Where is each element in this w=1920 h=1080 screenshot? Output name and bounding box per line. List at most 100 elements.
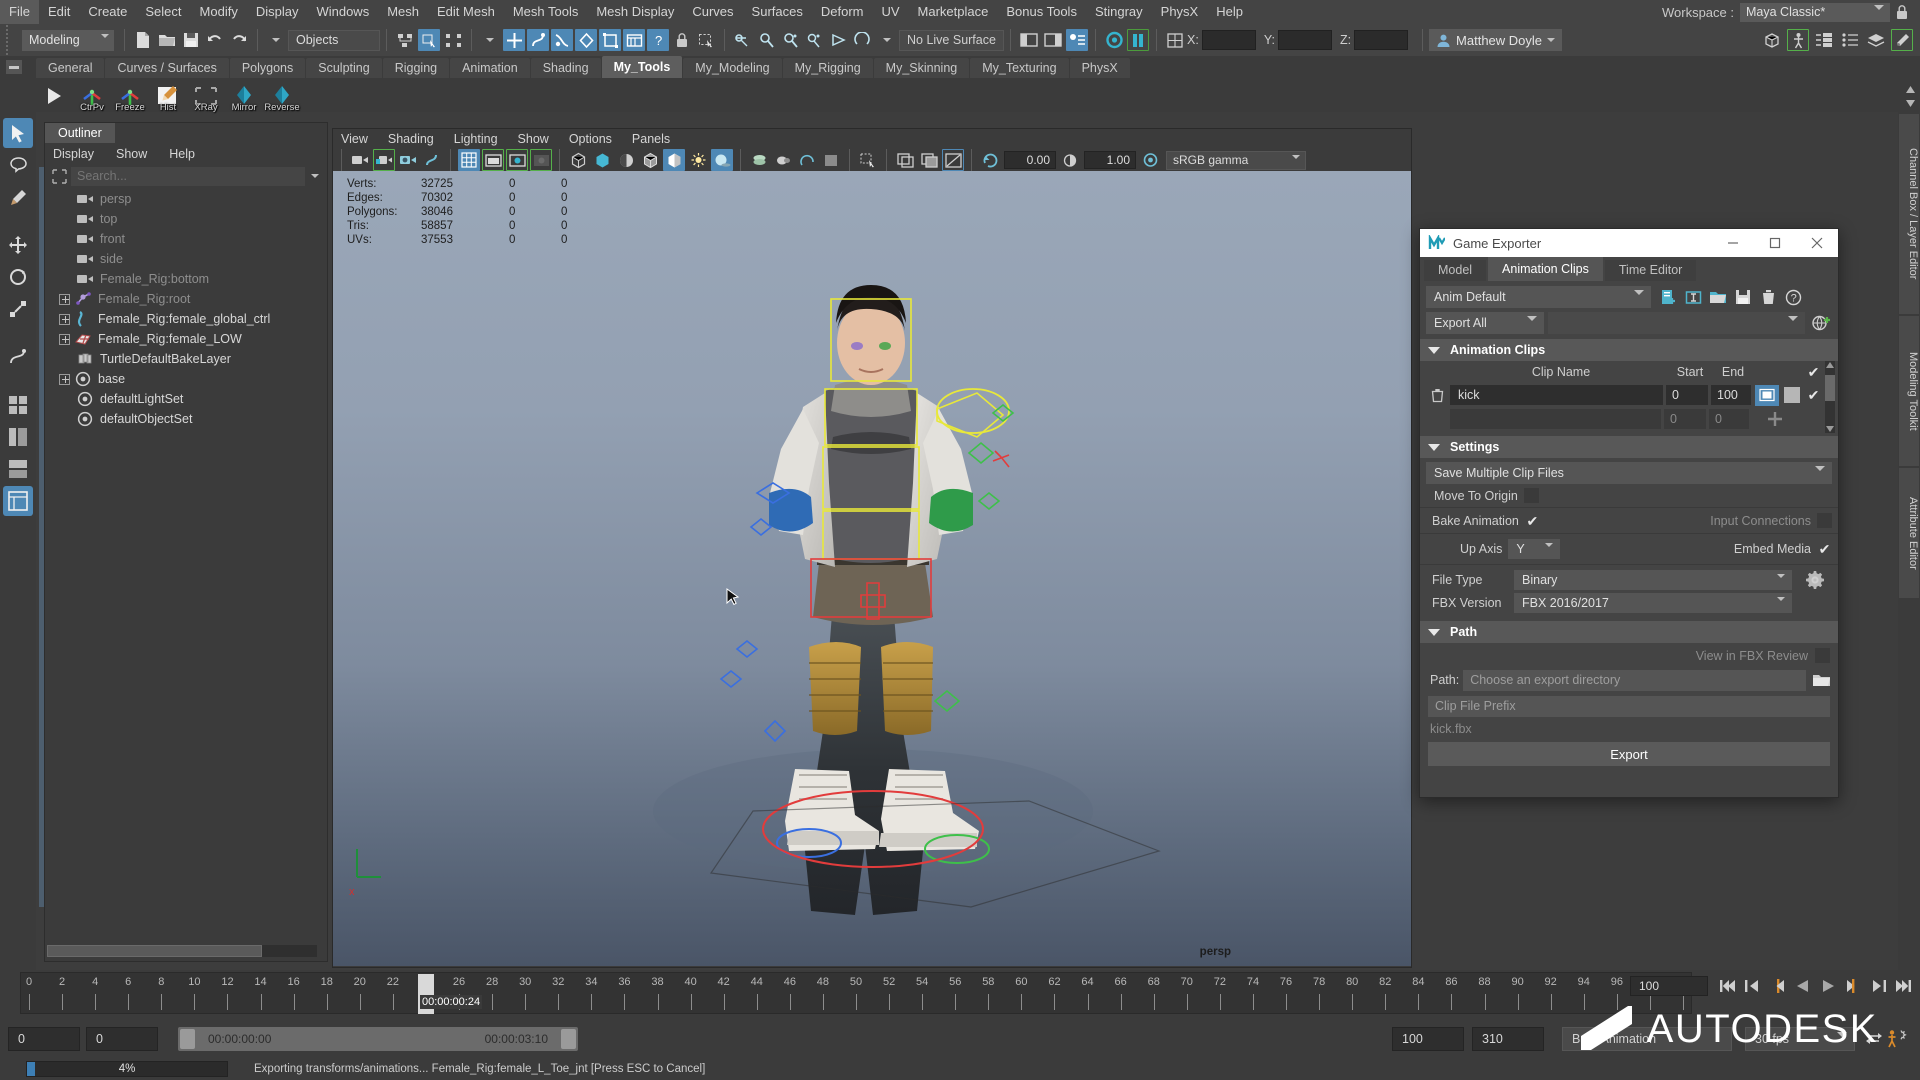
select-hierarchy-icon[interactable] [394, 29, 416, 51]
fullscreen-pane-icon[interactable] [942, 149, 964, 171]
use-all-lights-icon[interactable] [687, 149, 709, 171]
expand-toggle-icon[interactable] [57, 292, 71, 306]
animation-start-field[interactable]: 0 [8, 1027, 80, 1051]
highlight-selection-icon[interactable] [695, 29, 717, 51]
ipr-render-icon[interactable] [852, 29, 874, 51]
select-camera-icon[interactable] [349, 149, 371, 171]
select-object-icon[interactable] [418, 29, 440, 51]
shelf-button-xray[interactable]: XRay [188, 80, 224, 113]
viewport-menu-lighting[interactable]: Lighting [454, 132, 498, 146]
bake-animation-checkbox[interactable]: ✔ [1525, 513, 1540, 528]
animation-layer-selector[interactable]: BaseAnimation [1562, 1027, 1732, 1051]
menu-select[interactable]: Select [136, 0, 190, 24]
browse-folder-icon[interactable] [1810, 669, 1832, 691]
clip-color-swatch[interactable] [1784, 387, 1800, 403]
refresh-icon[interactable] [979, 149, 1001, 171]
bonus-tools-icon[interactable] [1891, 29, 1913, 51]
snap-menu-icon[interactable] [479, 29, 501, 51]
selection-mask-menu-icon[interactable] [265, 29, 287, 51]
outliner-item[interactable]: front [45, 229, 327, 249]
time-slider-track[interactable]: 0246810121416182022242628303234363840424… [20, 972, 1692, 1014]
menu-display[interactable]: Display [247, 0, 308, 24]
shelf-tab-shading[interactable]: Shading [530, 58, 601, 78]
current-frame-field[interactable]: 100 [1630, 976, 1708, 996]
shelf-tab-my-modeling[interactable]: My_Modeling [683, 58, 782, 78]
bookmark-camera-icon[interactable] [421, 149, 443, 171]
shelf-tab-physx[interactable]: PhysX [1069, 58, 1130, 78]
open-scene-icon[interactable] [156, 29, 178, 51]
input-connections-checkbox[interactable] [1817, 513, 1832, 528]
single-pane-icon[interactable] [894, 149, 916, 171]
persp-viewport[interactable]: Verts: 32725 0 0 Edges: 70302 0 0 Polygons: 38046… [333, 171, 1411, 966]
shelf-tab-rigging[interactable]: Rigging [382, 58, 450, 78]
go-to-end-icon[interactable] [1892, 976, 1914, 996]
near-clip-field[interactable]: 0.00 [1004, 151, 1056, 169]
rotate-tool-button[interactable] [3, 262, 33, 292]
up-axis-selector[interactable]: Y [1508, 539, 1561, 561]
shelf-tab-polygons[interactable]: Polygons [229, 58, 306, 78]
shelf-scroll-down-icon[interactable] [1904, 98, 1917, 109]
file-type-selector[interactable]: Binary [1514, 570, 1792, 592]
lock-workspace-icon[interactable] [1891, 1, 1913, 23]
preset-selector[interactable]: Anim Default [1426, 286, 1651, 309]
coord-x-field[interactable] [1201, 30, 1256, 50]
menu-create[interactable]: Create [79, 0, 136, 24]
camera-attributes-icon[interactable] [397, 149, 419, 171]
clip-name-field[interactable]: kick [1450, 385, 1663, 405]
outliner-search-input[interactable] [71, 166, 305, 186]
two-pane-icon[interactable] [918, 149, 940, 171]
export-path-field[interactable]: Choose an export directory [1463, 669, 1806, 691]
outliner-item[interactable]: defaultLightSet [45, 389, 327, 409]
tab-channel-box-layer-editor[interactable]: Channel Box / Layer Editor [1899, 114, 1919, 314]
outliner-menu-help[interactable]: Help [169, 147, 195, 161]
show-sidebar-right-icon[interactable] [1042, 29, 1064, 51]
color-management-icon[interactable] [1139, 149, 1161, 171]
move-tool-button[interactable] [3, 230, 33, 260]
select-tool-button[interactable] [3, 118, 33, 148]
pause-viewport-icon[interactable] [1127, 29, 1149, 51]
animation-preferences-icon[interactable] [1886, 1028, 1908, 1053]
select-component-icon[interactable] [442, 29, 464, 51]
scale-tool-button[interactable] [3, 294, 33, 324]
menu-mesh-tools[interactable]: Mesh Tools [504, 0, 588, 24]
viewport-menu-options[interactable]: Options [569, 132, 612, 146]
chevron-down-icon[interactable] [305, 166, 325, 186]
save-scene-icon[interactable] [180, 29, 202, 51]
single-persp-layout-button[interactable] [3, 486, 33, 516]
show-attribute-editor-icon[interactable] [1066, 29, 1088, 51]
lasso-tool-button[interactable] [3, 150, 33, 180]
export-button[interactable]: Export [1428, 742, 1830, 766]
snap-to-view-plane-icon[interactable] [599, 29, 621, 51]
play-forwards-icon[interactable] [1817, 976, 1839, 996]
menu-modify[interactable]: Modify [191, 0, 247, 24]
outliner-menu-display[interactable]: Display [53, 147, 94, 161]
game-exporter-dialog[interactable]: Game Exporter Model Animation Clips Time E… [1419, 228, 1839, 798]
shelf-tab-my-skinning[interactable]: My_Skinning [873, 58, 970, 78]
outliner-item[interactable]: base [45, 369, 327, 389]
hypershade-icon[interactable] [804, 29, 826, 51]
view-in-fbx-review-checkbox[interactable] [1815, 648, 1830, 663]
gate-mask-icon[interactable] [530, 149, 552, 171]
filter-icon[interactable] [47, 166, 71, 186]
xray-joints-icon[interactable] [796, 149, 818, 171]
shelf-button-tool-0[interactable] [36, 80, 72, 112]
shelf-collapse-button[interactable] [6, 60, 22, 74]
clip-start-field[interactable]: 0 [1666, 385, 1708, 405]
tab-attribute-editor[interactable]: Attribute Editor [1899, 468, 1919, 598]
render-view-icon[interactable] [756, 29, 778, 51]
four-view-layout-button[interactable] [3, 390, 33, 420]
smooth-shade-all-icon[interactable] [591, 149, 613, 171]
shelf-tab-animation[interactable]: Animation [450, 58, 530, 78]
coord-y-field[interactable] [1277, 30, 1332, 50]
modeling-toolkit-icon[interactable] [1761, 29, 1783, 51]
lock-camera-icon[interactable] [373, 149, 395, 171]
section-animation-clips[interactable]: Animation Clips [1420, 339, 1838, 361]
persp-graph-layout-button[interactable] [3, 454, 33, 484]
close-button[interactable] [1796, 229, 1838, 257]
clip-enabled-checkbox[interactable]: ✔ [1806, 388, 1821, 403]
show-sidebar-left-icon[interactable] [1018, 29, 1040, 51]
clip-row[interactable]: kick 0 100 ✔ [1420, 383, 1825, 407]
expand-toggle-icon[interactable] [57, 312, 71, 326]
export-scope-selector[interactable]: Export All [1426, 312, 1544, 335]
tab-modeling-toolkit[interactable]: Modeling Toolkit [1899, 316, 1919, 466]
